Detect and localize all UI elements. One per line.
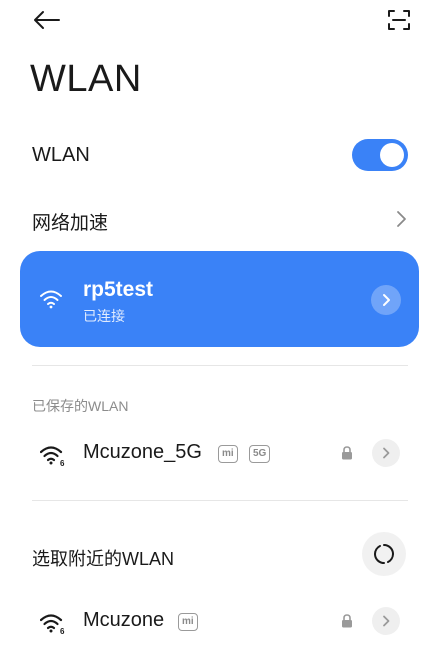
- wifi-badge: 6: [60, 459, 65, 467]
- wifi-badge: 6: [60, 627, 65, 635]
- wifi-6-icon: 6: [40, 446, 65, 467]
- network-acceleration-label: 网络加速: [32, 213, 109, 234]
- connected-network-card[interactable]: rp5test 已连接: [20, 251, 419, 347]
- mi-tag: mi: [218, 445, 238, 463]
- divider: [32, 500, 408, 501]
- scan-button[interactable]: [382, 4, 416, 36]
- lock-icon: [342, 614, 352, 628]
- wifi-6-icon: 6: [40, 614, 65, 635]
- chevron-right-icon: [383, 294, 390, 306]
- chevron-right-icon: [397, 211, 406, 227]
- saved-network-row[interactable]: 6 Mcuzone_5G mi 5G: [0, 429, 440, 477]
- scan-icon: [388, 10, 410, 30]
- chevron-right-icon: [383, 447, 390, 459]
- chevron-right-icon: [383, 615, 390, 627]
- wlan-toggle[interactable]: [352, 139, 408, 171]
- wifi-icon: [40, 290, 62, 309]
- network-ssid: Mcuzone_5G: [83, 441, 202, 463]
- mi-tag: mi: [178, 613, 198, 631]
- network-detail-button[interactable]: [372, 439, 400, 467]
- nearby-network-row[interactable]: 6 Mcuzone mi: [0, 597, 440, 645]
- toggle-knob: [380, 143, 404, 167]
- connected-detail-button[interactable]: [371, 285, 401, 315]
- refresh-icon: [374, 544, 394, 564]
- network-ssid: Mcuzone: [83, 609, 165, 631]
- connected-status: 已连接: [83, 308, 125, 324]
- arrow-left-icon: [34, 11, 60, 29]
- saved-networks-header: 已保存的WLAN: [32, 398, 129, 414]
- divider: [32, 365, 408, 366]
- 5g-tag: 5G: [249, 445, 271, 463]
- back-button[interactable]: [26, 4, 66, 36]
- lock-icon: [342, 446, 352, 460]
- nearby-networks-header: 选取附近的WLAN: [32, 549, 175, 569]
- network-detail-button[interactable]: [372, 607, 400, 635]
- connected-ssid: rp5test: [83, 278, 154, 301]
- refresh-button[interactable]: [362, 532, 406, 576]
- wlan-toggle-label: WLAN: [32, 144, 90, 166]
- page-title: WLAN: [30, 58, 142, 100]
- network-acceleration-row[interactable]: 网络加速: [0, 195, 440, 243]
